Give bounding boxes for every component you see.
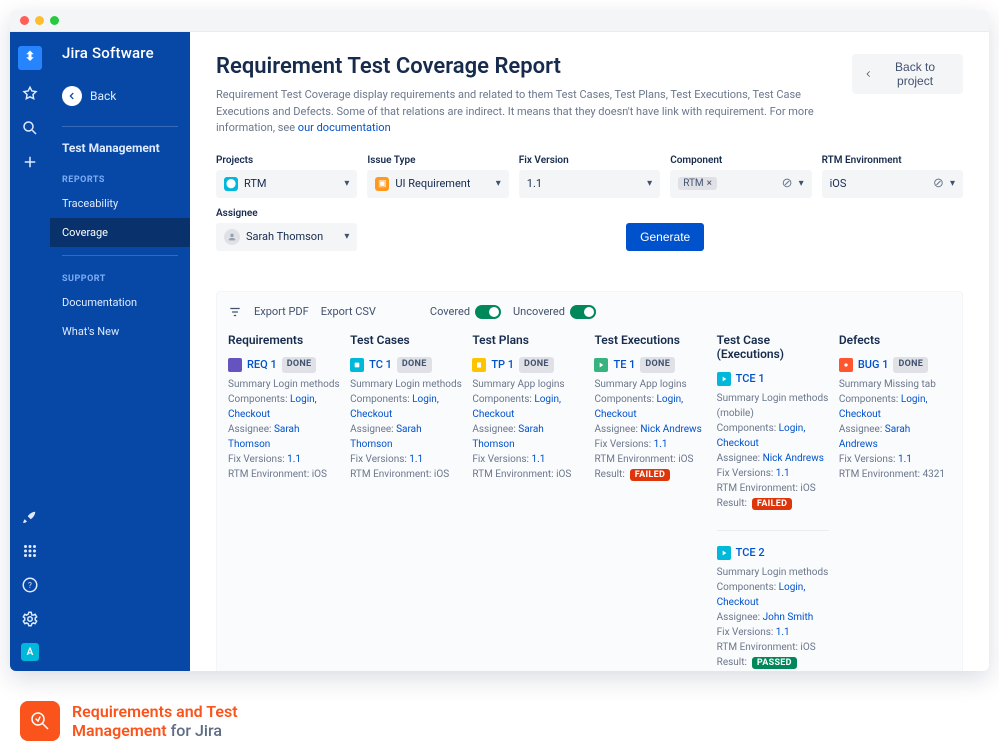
filter-label-issue-type: Issue Type xyxy=(367,155,508,166)
search-icon[interactable] xyxy=(20,118,40,138)
column-test-executions: Test Executions xyxy=(594,333,706,347)
apps-icon[interactable] xyxy=(20,541,40,561)
chevron-down-icon: ▾ xyxy=(496,178,501,189)
column-requirements: Requirements xyxy=(228,333,340,347)
user-avatar[interactable]: A xyxy=(21,643,39,661)
window-close-icon[interactable] xyxy=(20,16,29,25)
chevron-down-icon: ▾ xyxy=(799,178,804,189)
generate-button[interactable]: Generate xyxy=(626,223,704,251)
bug-icon xyxy=(839,358,853,372)
plus-icon[interactable] xyxy=(20,152,40,172)
component-select[interactable]: RTM × ⊘ ▾ xyxy=(670,170,811,198)
sidebar-item-whats-new[interactable]: What's New xyxy=(50,317,190,346)
environment-select[interactable]: iOS ⊘ ▾ xyxy=(822,170,963,198)
status-badge: DONE xyxy=(893,357,928,373)
fix-version-select[interactable]: 1.1 ▾ xyxy=(519,170,660,198)
clear-icon[interactable]: ⊘ xyxy=(782,176,793,191)
back-link[interactable]: Back xyxy=(50,80,190,122)
card-te1[interactable]: TE 1 DONE Summary App logins Components:… xyxy=(594,357,706,483)
status-badge: DONE xyxy=(640,357,675,373)
test-case-icon xyxy=(350,358,364,372)
sidebar-title: Test Management xyxy=(50,131,190,161)
status-badge: DONE xyxy=(519,357,554,373)
projects-select[interactable]: ⬤RTM ▾ xyxy=(216,170,357,198)
global-nav-rail: ? A xyxy=(10,32,50,671)
project-sidebar: Jira Software Back Test Management REPOR… xyxy=(50,32,190,671)
filter-icon[interactable] xyxy=(228,305,242,319)
documentation-link[interactable]: our documentation xyxy=(298,121,391,134)
column-defects: Defects xyxy=(839,333,951,347)
sidebar-section-support: SUPPORT xyxy=(50,260,190,288)
status-badge: DONE xyxy=(397,357,432,373)
app-window: ? A Jira Software Back Test Management R… xyxy=(10,10,989,671)
card-bug1[interactable]: BUG 1 DONE Summary Missing tab Component… xyxy=(839,357,951,483)
card-req1[interactable]: REQ 1 DONE Summary Login methods Compone… xyxy=(228,357,340,483)
status-badge: DONE xyxy=(282,357,317,373)
sidebar-item-traceability[interactable]: Traceability xyxy=(50,189,190,218)
card-tce2[interactable]: TCE 2 Summary Login methods Components: … xyxy=(717,545,829,671)
product-name: Jira Software xyxy=(50,44,190,80)
test-plan-icon xyxy=(472,358,486,372)
covered-toggle[interactable]: Covered xyxy=(430,305,501,319)
card-tc1[interactable]: TC 1 DONE Summary Login methods Componen… xyxy=(350,357,462,483)
page-description: Requirement Test Coverage display requir… xyxy=(216,87,836,137)
main-content: Requirement Test Coverage Report Require… xyxy=(190,32,989,671)
jira-logo-icon[interactable] xyxy=(18,46,42,70)
column-tce: Test Case (Executions) xyxy=(717,333,829,361)
card-tp1[interactable]: TP 1 DONE Summary App logins Components:… xyxy=(472,357,584,483)
test-execution-icon xyxy=(594,358,608,372)
rocket-icon[interactable] xyxy=(20,507,40,527)
result-badge: PASSED xyxy=(752,657,797,669)
assignee-select[interactable]: Sarah Thomson ▾ xyxy=(216,223,357,251)
project-icon: ⬤ xyxy=(224,177,238,191)
star-icon[interactable] xyxy=(20,84,40,104)
column-test-plans: Test Plans xyxy=(472,333,584,347)
result-badge: FAILED xyxy=(630,469,670,481)
component-chip[interactable]: RTM × xyxy=(678,177,717,190)
sidebar-item-coverage[interactable]: Coverage xyxy=(50,218,190,247)
uncovered-toggle[interactable]: Uncovered xyxy=(513,305,596,319)
back-to-project-button[interactable]: Back to project xyxy=(852,54,963,94)
chevron-down-icon: ▾ xyxy=(344,178,349,189)
export-pdf-button[interactable]: Export PDF xyxy=(254,305,309,318)
filter-label-environment: RTM Environment xyxy=(822,155,963,166)
filter-label-assignee: Assignee xyxy=(216,208,357,219)
svg-text:?: ? xyxy=(28,581,32,591)
filter-label-fix-version: Fix Version xyxy=(519,155,660,166)
chevron-down-icon: ▾ xyxy=(950,178,955,189)
product-footer: Requirements and Test Management for Jir… xyxy=(20,701,238,741)
window-maximize-icon[interactable] xyxy=(50,16,59,25)
avatar-icon xyxy=(224,229,240,245)
window-titlebar xyxy=(10,10,989,32)
page-title: Requirement Test Coverage Report xyxy=(216,54,836,79)
chip-remove-icon[interactable]: × xyxy=(707,178,712,189)
rtm-logo-icon xyxy=(20,701,60,741)
requirement-icon xyxy=(228,358,242,372)
column-test-cases: Test Cases xyxy=(350,333,462,347)
export-csv-button[interactable]: Export CSV xyxy=(321,305,376,318)
filter-label-projects: Projects xyxy=(216,155,357,166)
tce-icon xyxy=(717,372,731,386)
settings-icon[interactable] xyxy=(20,609,40,629)
tce-icon xyxy=(717,546,731,560)
sidebar-section-reports: REPORTS xyxy=(50,161,190,189)
back-label: Back xyxy=(90,89,116,103)
chevron-down-icon: ▾ xyxy=(647,178,652,189)
window-minimize-icon[interactable] xyxy=(35,16,44,25)
help-icon[interactable]: ? xyxy=(20,575,40,595)
clear-icon[interactable]: ⊘ xyxy=(933,176,944,191)
result-badge: FAILED xyxy=(752,498,792,510)
card-tce1[interactable]: TCE 1 Summary Login methods (mobile) Com… xyxy=(717,371,829,512)
sidebar-item-documentation[interactable]: Documentation xyxy=(50,288,190,317)
chevron-down-icon: ▾ xyxy=(344,231,349,242)
results-panel: Export PDF Export CSV Covered Uncovered … xyxy=(216,291,963,672)
back-arrow-icon xyxy=(62,86,82,106)
issue-type-select[interactable]: ▣UI Requirement ▾ xyxy=(367,170,508,198)
filter-label-component: Component xyxy=(670,155,811,166)
issue-type-icon: ▣ xyxy=(375,177,389,191)
